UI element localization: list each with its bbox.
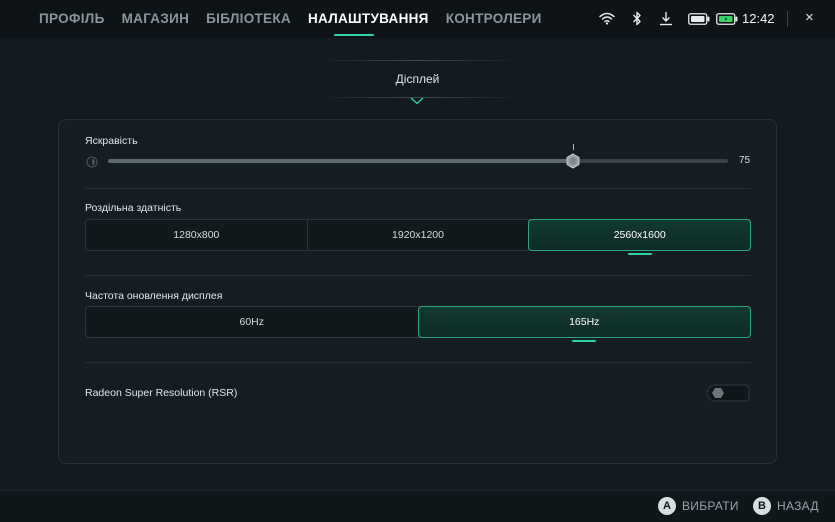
bluetooth-icon[interactable] [632, 11, 642, 31]
active-tab-indicator [334, 34, 374, 36]
resolution-option-1280x800[interactable]: 1280x800 [86, 220, 308, 250]
download-icon[interactable] [659, 11, 673, 31]
divider [85, 275, 751, 276]
brightness-slider[interactable] [108, 159, 728, 163]
brightness-label: Яскравість [85, 135, 138, 147]
resolution-option-label: 1280x800 [173, 229, 220, 241]
back-button[interactable]: B НАЗАД [753, 497, 819, 515]
selected-indicator [572, 340, 597, 342]
clock: 12:42 [742, 11, 775, 26]
controller-battery-icon [688, 12, 710, 30]
brightness-slider-tick [573, 144, 574, 150]
resolution-option-2560x1600[interactable]: 2560x1600 [528, 219, 752, 255]
subheader-line-top [315, 60, 520, 61]
brightness-low-icon [86, 155, 98, 173]
a-button-icon: A [658, 497, 676, 515]
rsr-toggle[interactable] [706, 384, 750, 407]
wifi-icon[interactable] [599, 12, 615, 30]
tab-settings[interactable]: НАЛАШТУВАННЯ [308, 11, 429, 26]
resolution-selector: 1280x800 1920x1200 2560x1600 [85, 219, 752, 255]
rsr-label: Radeon Super Resolution (RSR) [85, 387, 238, 399]
brightness-value: 75 [739, 155, 751, 166]
chevron-down-icon [410, 92, 424, 110]
status-divider [787, 11, 788, 27]
tab-profile[interactable]: ПРОФІЛЬ [39, 11, 105, 26]
section-title: Дісплей [395, 72, 440, 86]
tab-controllers[interactable]: КОНТРОЛЕРИ [446, 11, 542, 26]
select-label: ВИБРАТИ [682, 499, 739, 513]
divider [85, 362, 751, 363]
tab-store[interactable]: МАГАЗИН [122, 11, 190, 26]
refresh-rate-option-label: 165Hz [569, 316, 600, 328]
brightness-slider-fill [108, 159, 573, 163]
resolution-option-label: 1920x1200 [392, 229, 444, 241]
battery-icon [716, 12, 738, 30]
divider [85, 188, 751, 189]
refresh-rate-selector: 60Hz 165Hz [85, 306, 751, 342]
select-button[interactable]: A ВИБРАТИ [658, 497, 739, 515]
selected-indicator [627, 253, 652, 255]
main-tabs: ПРОФІЛЬ МАГАЗИН БІБЛІОТЕКА НАЛАШТУВАННЯ … [39, 11, 542, 26]
resolution-option-1920x1200[interactable]: 1920x1200 [308, 220, 530, 250]
refresh-rate-option-165hz[interactable]: 165Hz [417, 306, 751, 342]
resolution-label: Роздільна здатність [85, 202, 182, 214]
resolution-option-label: 2560x1600 [613, 229, 666, 241]
back-label: НАЗАД [777, 499, 819, 513]
b-button-icon: B [753, 497, 771, 515]
refresh-rate-option-label: 60Hz [239, 316, 264, 328]
tab-library[interactable]: БІБЛІОТЕКА [206, 11, 291, 26]
brightness-slider-thumb[interactable] [566, 153, 580, 174]
close-icon[interactable]: × [805, 9, 814, 26]
refresh-rate-option-60hz[interactable]: 60Hz [86, 307, 419, 337]
top-bar: ПРОФІЛЬ МАГАЗИН БІБЛІОТЕКА НАЛАШТУВАННЯ … [0, 0, 835, 38]
refresh-rate-label: Частота оновлення дисплея [85, 290, 223, 302]
